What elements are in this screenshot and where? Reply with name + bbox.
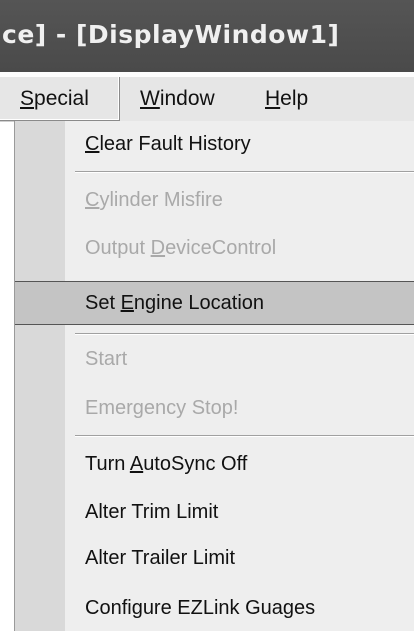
menu-item-alter-trailer-limit[interactable]: Alter Trailer Limit [85,543,235,573]
item-label-pre: Set [85,292,121,314]
menu-help[interactable]: Help [265,77,308,121]
menu-help-access-key: H [265,87,281,110]
item-access-key: A [129,453,144,475]
item-access-key: C [85,133,100,155]
item-label-post: ylinder Misfire [99,189,223,211]
item-label-pre: Alter Trailer Limit [85,547,236,569]
window-title: ce] - [DisplayWindow1] [2,20,340,49]
menu-separator [75,171,414,173]
item-label-pre: Output [85,237,151,259]
menu-item-alter-trim-limit[interactable]: Alter Trim Limit [85,497,218,527]
item-label-pre: Turn [85,453,130,475]
menu-window-access-key: W [140,87,160,110]
menu-icon-strip [15,121,65,631]
item-label-pre: Alter Trim Limit [85,501,219,523]
menu-bar: Special Window Help [0,77,414,122]
menu-item-output-device-control[interactable]: Output DeviceControl [85,233,276,263]
menu-help-label-post: elp [280,87,309,110]
menu-item-turn-autosync-off[interactable]: Turn AutoSync Off [85,449,247,479]
menu-item-set-engine-location[interactable]: Set Engine Location [85,288,264,318]
menu-window-label-post: indow [159,87,215,110]
item-access-key: C [85,189,100,211]
menu-special-access-key: S [20,87,35,110]
menu-separator [75,435,414,437]
item-label-pre: Start [85,348,128,370]
menu-separator [75,333,414,335]
menu-item-configure-ezlink-guages[interactable]: Configure EZLink Guages [85,593,315,623]
item-label-post: utoSync Off [143,453,248,475]
app-screen: ce] - [DisplayWindow1] Special Window He… [0,0,414,631]
item-label-post: ngine Location [133,292,265,314]
title-bar: ce] - [DisplayWindow1] [0,0,414,72]
item-label-post: eviceControl [165,237,277,259]
item-access-key: E [120,292,134,314]
menu-special[interactable]: Special [0,77,120,121]
menu-item-start[interactable]: Start [85,344,127,374]
menu-special-label-post: pecial [34,87,89,110]
special-dropdown-menu: Clear Fault History Cylinder Misfire Out… [14,121,414,631]
menu-item-clear-fault-history[interactable]: Clear Fault History [85,129,251,159]
item-label-post: lear Fault History [99,133,251,155]
menu-item-emergency-stop[interactable]: Emergency Stop! [85,393,238,423]
item-label-pre: Emergency Stop! [85,397,239,419]
menu-window[interactable]: Window [140,77,215,121]
item-label-pre: Configure EZLink Guages [85,597,316,619]
menu-item-cylinder-misfire[interactable]: Cylinder Misfire [85,185,223,215]
item-access-key: D [150,237,166,259]
